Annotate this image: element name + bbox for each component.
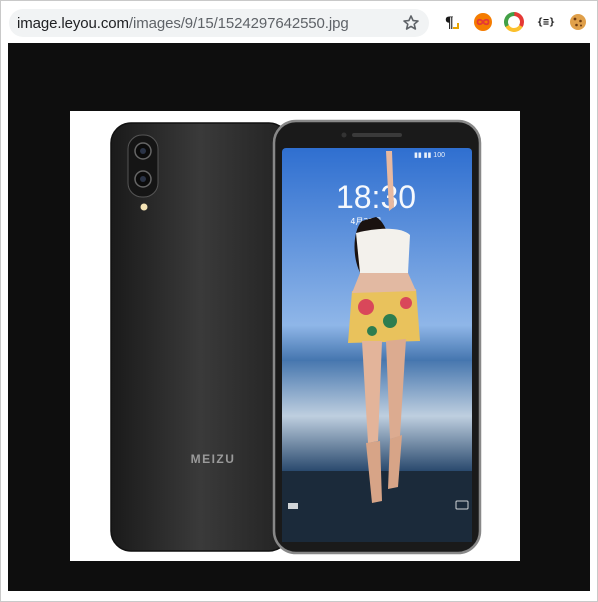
- pilcrow-extension-icon[interactable]: ¶: [442, 12, 462, 32]
- json-braces-extension-icon[interactable]: {≡}: [536, 12, 556, 32]
- svg-text:¶: ¶: [445, 14, 454, 31]
- url-path: /images/9/15/1524297642550.jpg: [128, 15, 349, 32]
- browser-toolbar: image.leyou.com/images/9/15/152429764255…: [1, 1, 597, 43]
- cookie-extension-icon[interactable]: [568, 12, 588, 32]
- json-braces-label: {≡}: [536, 16, 556, 28]
- meizu-phone-illustration: MEIZU ▮▮ ▮▮ 100 18:30 4月21日: [110, 119, 482, 555]
- brand-logo: MEIZU: [191, 452, 236, 466]
- browser-window: image.leyou.com/images/9/15/152429764255…: [0, 0, 598, 602]
- address-bar[interactable]: image.leyou.com/images/9/15/152429764255…: [9, 9, 429, 37]
- phone-back: MEIZU: [110, 122, 290, 552]
- chrome-circle-extension-icon[interactable]: [504, 12, 524, 32]
- product-image[interactable]: MEIZU ▮▮ ▮▮ 100 18:30 4月21日: [70, 111, 520, 561]
- image-viewport: MEIZU ▮▮ ▮▮ 100 18:30 4月21日: [8, 43, 590, 591]
- phone-front: ▮▮ ▮▮ 100 18:30 4月21日: [272, 119, 482, 555]
- url-host: image.leyou.com: [17, 15, 129, 32]
- star-icon[interactable]: [401, 13, 421, 33]
- lockscreen-clock: 18:30: [336, 179, 416, 215]
- svg-text:▮▮ ▮▮ 100: ▮▮ ▮▮ 100: [414, 152, 445, 159]
- infinity-extension-icon[interactable]: [473, 12, 493, 32]
- url-text[interactable]: image.leyou.com/images/9/15/152429764255…: [17, 15, 349, 33]
